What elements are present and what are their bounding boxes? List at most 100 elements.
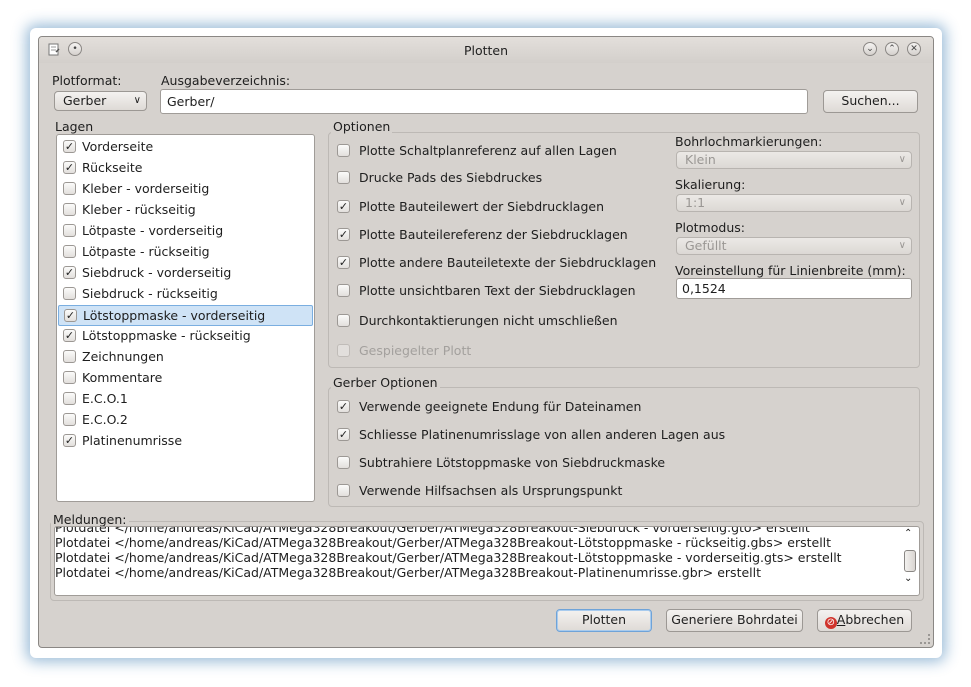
scroll-thumb[interactable]: [904, 550, 916, 572]
option-checkbox[interactable]: [337, 314, 350, 327]
layer-label: Lötpaste - rückseitig: [82, 244, 210, 259]
option-checkbox-row[interactable]: ✓ Plotte Bauteilereferenz der Siebdruckla…: [337, 225, 667, 245]
layer-checkbox[interactable]: [63, 245, 76, 258]
option-checkbox[interactable]: [337, 144, 350, 157]
layer-item[interactable]: ✓ Lötstoppmaske - rückseitig: [58, 326, 313, 347]
layer-label: Kleber - vorderseitig: [82, 181, 210, 196]
layer-checkbox[interactable]: ✓: [63, 161, 76, 174]
layer-item[interactable]: Kommentare: [58, 368, 313, 389]
option-label: Drucke Pads des Siebdruckes: [359, 170, 543, 185]
option-checkbox[interactable]: ✓: [337, 200, 350, 213]
browse-button[interactable]: Suchen...: [823, 90, 918, 113]
layer-checkbox[interactable]: ✓: [63, 329, 76, 342]
layer-item[interactable]: Lötpaste - vorderseitig: [58, 221, 313, 242]
gerber-option-label: Subtrahiere Lötstoppmaske von Siebdruckm…: [359, 455, 666, 470]
output-dir-input[interactable]: Gerber/: [160, 89, 808, 114]
plot-mode-value: Gefüllt: [685, 238, 727, 253]
layer-item[interactable]: E.C.O.2: [58, 410, 313, 431]
layer-checkbox[interactable]: ✓: [63, 140, 76, 153]
gerber-option-checkbox[interactable]: ✓: [337, 428, 350, 441]
option-checkbox-row[interactable]: Plotte Schaltplanreferenz auf allen Lage…: [337, 141, 667, 161]
close-icon[interactable]: ✕: [907, 42, 921, 56]
layer-item[interactable]: ✓ Lötstoppmaske - vorderseitig: [58, 305, 313, 326]
chevron-down-icon: ∨: [898, 154, 906, 165]
option-label: Plotte unsichtbaren Text der Siebdruckla…: [359, 283, 636, 298]
gerber-option-label: Verwende geeignete Endung für Dateinamen: [359, 399, 642, 414]
chevron-down-icon: ∨: [898, 197, 906, 208]
layer-checkbox[interactable]: [63, 413, 76, 426]
layer-checkbox[interactable]: [63, 287, 76, 300]
layer-checkbox[interactable]: ✓: [63, 434, 76, 447]
plotformat-select[interactable]: Gerber ∨: [54, 91, 147, 111]
window-title: Plotten: [463, 43, 509, 58]
layer-item[interactable]: Lötpaste - rückseitig: [58, 242, 313, 263]
layer-label: Vorderseite: [82, 139, 154, 154]
cancel-button[interactable]: ⊘ Abbrechen: [817, 609, 912, 632]
plot-mode-select[interactable]: Gefüllt ∨: [676, 237, 912, 255]
option-label: Plotte Bauteilewert der Siebdrucklagen: [359, 199, 604, 214]
layer-item[interactable]: ✓ Platinenumrisse: [58, 431, 313, 452]
layer-item[interactable]: ✓ Vorderseite: [58, 137, 313, 158]
plot-button[interactable]: Plotten: [556, 609, 652, 632]
gerber-option-row[interactable]: Subtrahiere Lötstoppmaske von Siebdruckm…: [337, 453, 737, 473]
layers-label: Lagen: [55, 119, 94, 134]
drill-marks-label: Bohrlochmarkierungen:: [675, 134, 823, 149]
layer-item[interactable]: Kleber - rückseitig: [58, 200, 313, 221]
layers-list[interactable]: ✓ Vorderseite ✓ Rückseite Kleber - vordersei…: [56, 134, 315, 502]
gerber-option-row[interactable]: Verwende Hilfsachsen als Ursprungspunkt: [337, 481, 737, 501]
generate-drill-button[interactable]: Generiere Bohrdatei: [666, 609, 803, 632]
option-checkbox-row[interactable]: ✓ Plotte andere Bauteiletexte der Siebdru…: [337, 253, 667, 273]
line-width-input[interactable]: 0,1524: [676, 278, 912, 299]
drill-marks-value: Klein: [685, 152, 716, 167]
gerber-option-checkbox[interactable]: ✓: [337, 400, 350, 413]
resize-grip-icon[interactable]: [920, 634, 930, 644]
option-checkbox[interactable]: ✓: [337, 228, 350, 241]
layer-checkbox[interactable]: [63, 392, 76, 405]
messages-label: Meldungen:: [51, 512, 129, 527]
layer-item[interactable]: Zeichnungen: [58, 347, 313, 368]
layer-item[interactable]: E.C.O.1: [58, 389, 313, 410]
layer-item[interactable]: ✓ Siebdruck - vorderseitig: [58, 263, 313, 284]
layer-checkbox[interactable]: ✓: [64, 309, 77, 322]
option-checkbox[interactable]: [337, 284, 350, 297]
option-checkbox-row[interactable]: Plotte unsichtbaren Text der Siebdruckla…: [337, 281, 667, 301]
scroll-up-icon[interactable]: ⌃: [904, 528, 912, 539]
layer-checkbox[interactable]: ✓: [63, 266, 76, 279]
layer-checkbox[interactable]: [63, 350, 76, 363]
scroll-down-icon[interactable]: ⌄: [904, 573, 912, 584]
gerber-option-row[interactable]: ✓ Verwende geeignete Endung für Dateiname…: [337, 397, 737, 417]
layer-checkbox[interactable]: [63, 371, 76, 384]
message-line: Plotdatei </home/andreas/KiCad/ATMega328…: [55, 535, 832, 550]
gerber-option-checkbox[interactable]: [337, 456, 350, 469]
scale-select[interactable]: 1:1 ∨: [676, 194, 912, 212]
layer-checkbox[interactable]: [63, 203, 76, 216]
maximize-icon[interactable]: ⌃: [885, 42, 899, 56]
gerber-option-row[interactable]: ✓ Schliesse Platinenumrisslage von allen …: [337, 425, 737, 445]
layer-item[interactable]: Siebdruck - rückseitig: [58, 284, 313, 305]
title-bar[interactable]: • Plotten ⌄ ⌃ ✕: [39, 37, 933, 63]
drill-marks-select[interactable]: Klein ∨: [676, 151, 912, 169]
minimize-icon[interactable]: ⌄: [863, 42, 877, 56]
option-label: Durchkontaktierungen nicht umschließen: [359, 313, 618, 328]
option-label: Gespiegelter Plott: [359, 343, 472, 358]
option-checkbox[interactable]: ✓: [337, 256, 350, 269]
message-line: Plotdatei </home/andreas/KiCad/ATMega328…: [55, 565, 762, 580]
layer-checkbox[interactable]: [63, 182, 76, 195]
option-checkbox-row[interactable]: ✓ Plotte Bauteilewert der Siebdrucklagen: [337, 197, 667, 217]
scale-label: Skalierung:: [675, 177, 746, 192]
layer-item[interactable]: Kleber - vorderseitig: [58, 179, 313, 200]
option-checkbox[interactable]: [337, 171, 350, 184]
layer-item[interactable]: ✓ Rückseite: [58, 158, 313, 179]
plot-mode-label: Plotmodus:: [675, 220, 745, 235]
gerber-option-checkbox[interactable]: [337, 484, 350, 497]
layer-checkbox[interactable]: [63, 224, 76, 237]
option-checkbox-row[interactable]: Drucke Pads des Siebdruckes: [337, 168, 667, 188]
messages-scrollbar[interactable]: ⌃ ⌄: [903, 528, 917, 593]
plotformat-label: Plotformat:: [52, 73, 122, 88]
option-checkbox-row: Gespiegelter Plott: [337, 341, 667, 361]
option-checkbox-row[interactable]: Durchkontaktierungen nicht umschließen: [337, 311, 667, 331]
layer-label: E.C.O.2: [82, 412, 128, 427]
messages-log[interactable]: Plotdatei </home/andreas/KiCad/ATMega328…: [54, 526, 920, 596]
layer-label: Platinenumrisse: [82, 433, 183, 448]
layer-label: Zeichnungen: [82, 349, 164, 364]
